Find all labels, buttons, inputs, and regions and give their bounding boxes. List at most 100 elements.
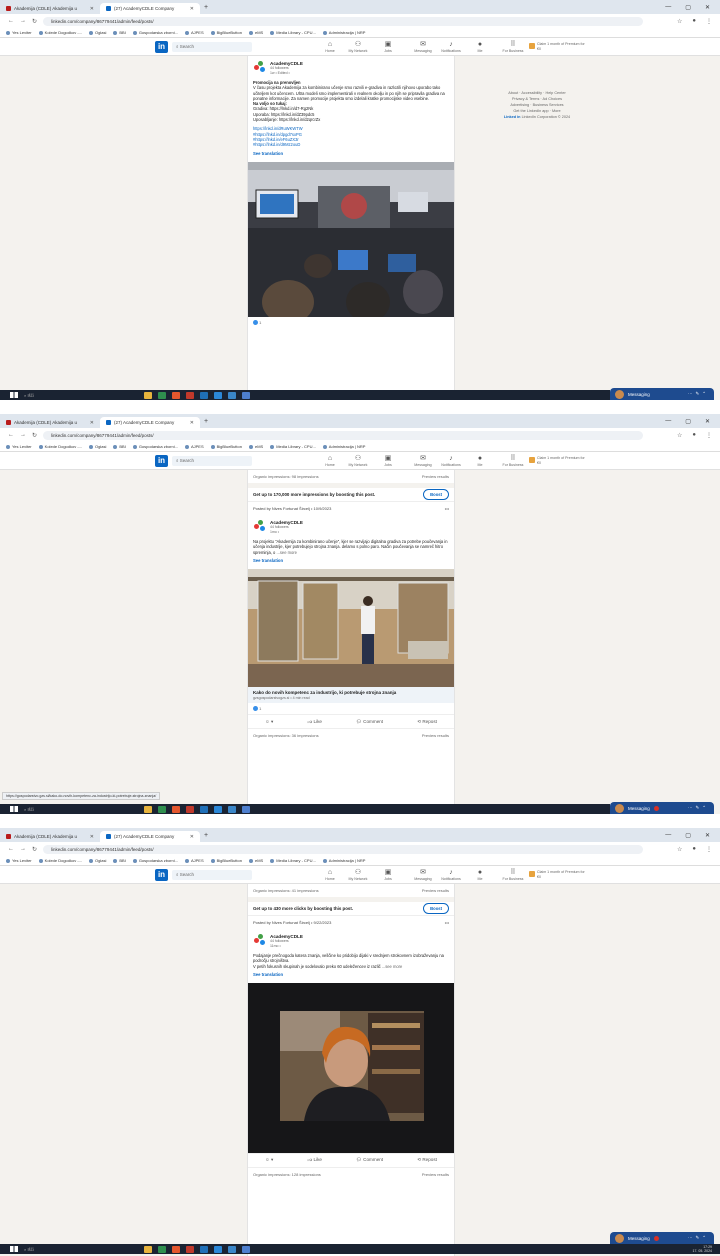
- search-input[interactable]: ⌕ Search: [172, 456, 252, 466]
- bookmark[interactable]: Media Library - CPU...: [270, 858, 316, 863]
- reload-icon[interactable]: ↻: [32, 846, 37, 853]
- nav-network[interactable]: ⚇ My Network: [343, 454, 373, 467]
- preview-results-link[interactable]: Preview results: [422, 474, 449, 479]
- nav-home[interactable]: ⌂ Home: [315, 40, 345, 53]
- article-image[interactable]: [248, 568, 454, 687]
- bookmark[interactable]: BBI: [113, 444, 125, 449]
- star-icon[interactable]: ☆: [677, 432, 682, 439]
- profile-icon[interactable]: ●: [692, 846, 696, 853]
- taskbar-search[interactable]: ⌕ Išči: [24, 393, 104, 398]
- see-translation-link[interactable]: See translation: [248, 148, 454, 159]
- reload-icon[interactable]: ↻: [32, 432, 37, 439]
- linkedin-logo[interactable]: in: [155, 455, 168, 467]
- reaction-picker-icon[interactable]: ☺ ▾: [265, 1157, 273, 1163]
- system-tray-clock[interactable]: 17:29 17. 05. 2024: [693, 1245, 712, 1253]
- like-button[interactable]: 👍︎ Like: [307, 1157, 322, 1163]
- bookmark[interactable]: AJPES: [185, 444, 204, 449]
- profile-icon[interactable]: ●: [692, 432, 696, 439]
- nav-home[interactable]: ⌂ Home: [315, 868, 345, 881]
- post-image-classroom[interactable]: [248, 161, 454, 317]
- comment-button[interactable]: 💬︎ Comment: [356, 1157, 383, 1163]
- windows-icon[interactable]: [10, 392, 18, 398]
- messaging-bar[interactable]: Messaging ⋯✎⌃: [610, 802, 714, 814]
- reaction-count[interactable]: 1: [248, 703, 454, 714]
- menu-icon[interactable]: ⋮: [706, 432, 712, 439]
- preview-results-link[interactable]: Preview results: [422, 888, 449, 893]
- window-controls[interactable]: — ▢ ✕: [665, 832, 720, 839]
- nav-me[interactable]: ● Me: [465, 868, 495, 881]
- nav-jobs[interactable]: ▣ Jobs: [373, 868, 403, 881]
- nav-business[interactable]: ⠿ For Business: [498, 40, 528, 53]
- bookmark[interactable]: Gospodarska zborni...: [133, 30, 178, 35]
- profile-icon[interactable]: ●: [692, 18, 696, 25]
- see-translation-link[interactable]: See translation: [248, 969, 454, 980]
- bookmark[interactable]: Oglasi: [89, 30, 106, 35]
- company-logo[interactable]: [254, 520, 266, 532]
- nav-notifications[interactable]: ♪ Notifications: [436, 40, 466, 53]
- bookmark[interactable]: Kolede Dogodkov -...: [39, 444, 82, 449]
- messaging-bar[interactable]: Messaging ⋯✎⌃: [610, 1232, 714, 1244]
- menu-icon[interactable]: ⋮: [706, 18, 712, 25]
- tab-akademija[interactable]: Akademija (CDLE) Akademija u ✕: [0, 3, 100, 14]
- bookmark[interactable]: Media Library - CPU...: [270, 30, 316, 35]
- post-video[interactable]: [248, 982, 454, 1153]
- boost-button[interactable]: Boost: [423, 489, 449, 500]
- bookmark[interactable]: Oglasi: [89, 444, 106, 449]
- nav-me[interactable]: ● Me: [465, 40, 495, 53]
- see-more-link[interactable]: ...see more: [276, 550, 296, 555]
- bookmark[interactable]: eMS: [249, 444, 263, 449]
- bookmark[interactable]: BigBlueButton: [211, 858, 242, 863]
- nav-notifications[interactable]: ♪ Notifications: [436, 454, 466, 467]
- company-logo[interactable]: [254, 934, 266, 946]
- bookmark[interactable]: Administracija | NRP: [323, 30, 366, 35]
- bookmark[interactable]: Gospodarska zborni...: [133, 444, 178, 449]
- taskbar-search[interactable]: ⌕ Išči: [24, 807, 104, 812]
- bookmark[interactable]: Kolede Dogodkov -...: [39, 30, 82, 35]
- url-field[interactable]: linkedin.com/company/86779441/admin/feed…: [43, 16, 644, 26]
- url-field[interactable]: linkedin.com/company/86779441/admin/feed…: [43, 430, 644, 440]
- window-controls[interactable]: — ▢ ✕: [665, 418, 720, 425]
- search-input[interactable]: ⌕ Search: [172, 42, 252, 52]
- tab-akademija[interactable]: Akademija (CDLE) Akademija u ✕: [0, 831, 100, 842]
- see-more-link[interactable]: ...see more: [382, 964, 402, 969]
- forward-icon[interactable]: →: [20, 846, 26, 852]
- nav-jobs[interactable]: ▣ Jobs: [373, 454, 403, 467]
- linkedin-logo[interactable]: in: [155, 869, 168, 881]
- reaction-count[interactable]: 1: [248, 317, 454, 328]
- search-input[interactable]: ⌕ Search: [172, 870, 252, 880]
- bookmark[interactable]: Yes Leviter: [6, 858, 32, 863]
- bookmark[interactable]: Gospodarska zborni...: [133, 858, 178, 863]
- tab-linkedin[interactable]: (27) AcademyCDLE Company ✕: [100, 417, 200, 428]
- close-icon[interactable]: ✕: [190, 6, 194, 12]
- nav-jobs[interactable]: ▣ Jobs: [373, 40, 403, 53]
- bookmark[interactable]: Yes Leviter: [6, 30, 32, 35]
- company-logo[interactable]: [254, 61, 266, 73]
- nav-business[interactable]: ⠿ For Business: [498, 454, 528, 467]
- nav-messaging[interactable]: ✉ Messaging: [408, 868, 438, 881]
- reload-icon[interactable]: ↻: [32, 18, 37, 25]
- nav-business[interactable]: ⠿ For Business: [498, 868, 528, 881]
- nav-notifications[interactable]: ♪ Notifications: [436, 868, 466, 881]
- back-icon[interactable]: ←: [8, 432, 14, 438]
- messaging-bar[interactable]: Messaging ⋯✎⌃: [610, 388, 714, 400]
- tab-linkedin[interactable]: (27) AcademyCDLE Company ✕: [100, 831, 200, 842]
- windows-icon[interactable]: [10, 1246, 18, 1252]
- bookmark[interactable]: BBI: [113, 858, 125, 863]
- window-controls[interactable]: — ▢ ✕: [665, 4, 720, 11]
- comment-button[interactable]: 💬︎ Comment: [356, 719, 383, 725]
- preview-results-link[interactable]: Preview results: [422, 1172, 449, 1177]
- bookmark[interactable]: eMS: [249, 30, 263, 35]
- nav-home[interactable]: ⌂ Home: [315, 454, 345, 467]
- new-tab-icon[interactable]: +: [204, 832, 208, 839]
- nav-network[interactable]: ⚇ My Network: [343, 868, 373, 881]
- taskbar-search[interactable]: ⌕ Išči: [24, 1247, 104, 1252]
- nav-messaging[interactable]: ✉ Messaging: [408, 40, 438, 53]
- article-title[interactable]: Kako do novih kompetenc za industrijo, k…: [248, 686, 454, 696]
- taskbar-apps[interactable]: [144, 1245, 250, 1253]
- nav-messaging[interactable]: ✉ Messaging: [408, 454, 438, 467]
- bookmark[interactable]: BBI: [113, 30, 125, 35]
- reaction-picker-icon[interactable]: ☺ ▾: [265, 719, 273, 725]
- linkedin-logo[interactable]: in: [155, 41, 168, 53]
- bookmark[interactable]: Yes Leviter: [6, 444, 32, 449]
- preview-results-link[interactable]: Preview results: [422, 733, 449, 738]
